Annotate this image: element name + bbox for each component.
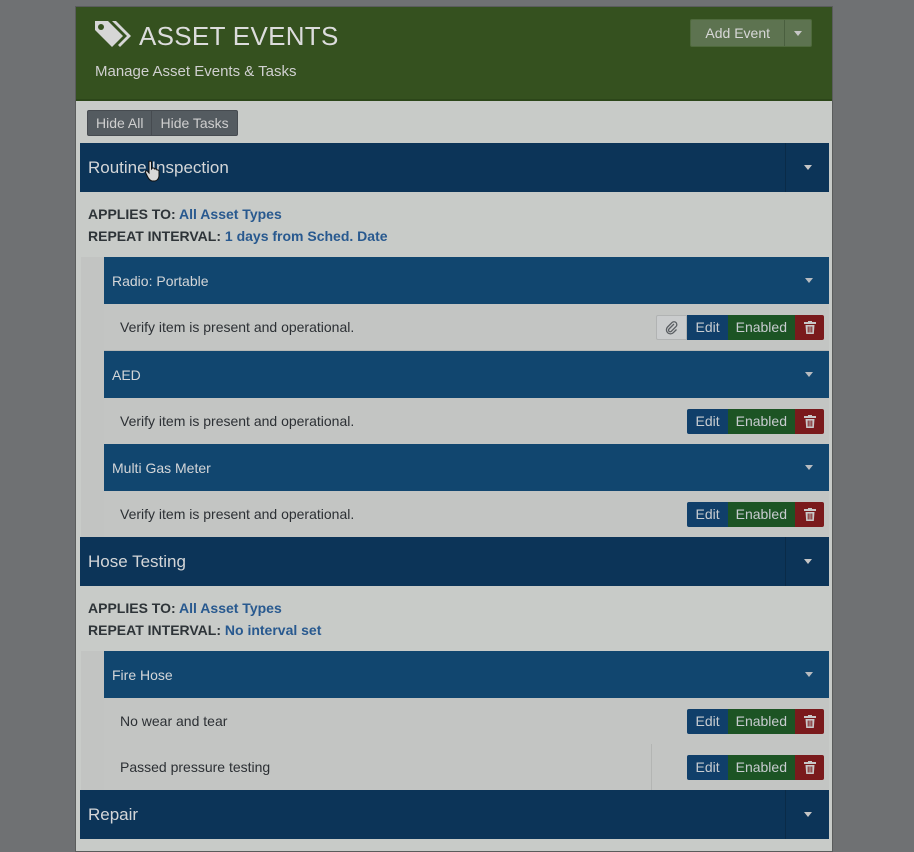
- event-collapse-toggle[interactable]: [785, 790, 829, 839]
- trash-icon: [803, 415, 816, 428]
- task-text: No wear and tear: [120, 713, 228, 729]
- attachment-button[interactable]: [656, 315, 688, 340]
- event-applies-to: APPLIES TO: All Asset Types: [88, 206, 282, 222]
- repeat-interval-value[interactable]: No interval set: [225, 622, 321, 638]
- paperclip-icon: [665, 320, 678, 335]
- enabled-toggle[interactable]: Enabled: [727, 315, 795, 340]
- trash-icon: [803, 715, 816, 728]
- event-header-routine-inspection[interactable]: Routine Inspection: [80, 143, 829, 192]
- edit-button[interactable]: Edit: [687, 502, 728, 527]
- add-event-dropdown-toggle[interactable]: [785, 20, 811, 46]
- task-row: Verify item is present and operational. …: [104, 398, 829, 445]
- repeat-interval-value[interactable]: 1 days from Sched. Date: [225, 228, 388, 244]
- tags-icon: [93, 17, 133, 56]
- caret-down-icon: [803, 165, 812, 170]
- event-applies-to: APPLIES TO: All Asset Types: [88, 600, 282, 616]
- group-header-aed[interactable]: AED: [104, 351, 829, 398]
- event-collapse-toggle[interactable]: [785, 537, 829, 586]
- delete-button[interactable]: [795, 315, 824, 340]
- task-actions: Edit Enabled: [687, 709, 824, 734]
- delete-button[interactable]: [795, 709, 824, 734]
- group-title: Fire Hose: [112, 667, 173, 683]
- applies-to-value[interactable]: All Asset Types: [179, 206, 282, 222]
- group-collapse-toggle[interactable]: [789, 257, 829, 304]
- add-event-split-button[interactable]: Add Event: [690, 19, 812, 47]
- delete-button[interactable]: [795, 755, 824, 780]
- event-repeat-interval: REPEAT INTERVAL: No interval set: [88, 622, 321, 638]
- group-collapse-toggle[interactable]: [789, 444, 829, 491]
- group-header-multi-gas-meter[interactable]: Multi Gas Meter: [104, 444, 829, 491]
- page-subtitle: Manage Asset Events & Tasks: [95, 63, 297, 80]
- page-header: ASSET EVENTS Manage Asset Events & Tasks…: [76, 7, 832, 101]
- group-header-radio-portable[interactable]: Radio: Portable: [104, 257, 829, 304]
- caret-down-icon: [803, 812, 812, 817]
- group-collapse-toggle[interactable]: [789, 651, 829, 698]
- group-collapse-toggle[interactable]: [789, 351, 829, 398]
- delete-button[interactable]: [795, 409, 824, 434]
- task-text: Verify item is present and operational.: [120, 413, 355, 429]
- task-actions: Edit Enabled: [656, 315, 824, 340]
- row-divider: [651, 744, 652, 790]
- task-actions: Edit Enabled: [687, 502, 824, 527]
- enabled-toggle[interactable]: Enabled: [727, 755, 795, 780]
- trash-icon: [803, 761, 816, 774]
- trash-icon: [803, 321, 816, 334]
- caret-down-icon: [805, 672, 813, 677]
- task-actions: Edit Enabled: [687, 409, 824, 434]
- applies-to-label: APPLIES TO:: [88, 600, 176, 616]
- asset-events-panel: ASSET EVENTS Manage Asset Events & Tasks…: [75, 6, 833, 852]
- group-title: AED: [112, 367, 141, 383]
- caret-down-icon: [803, 559, 812, 564]
- event-collapse-toggle[interactable]: [785, 143, 829, 192]
- view-toolbar: Hide All Hide Tasks: [87, 110, 238, 136]
- task-text: Verify item is present and operational.: [120, 506, 355, 522]
- repeat-interval-label: REPEAT INTERVAL:: [88, 622, 222, 638]
- group-title: Multi Gas Meter: [112, 460, 211, 476]
- event-title: Hose Testing: [88, 552, 186, 571]
- edit-button[interactable]: Edit: [687, 315, 728, 340]
- group-title: Radio: Portable: [112, 273, 209, 289]
- add-event-button[interactable]: Add Event: [691, 20, 785, 46]
- edit-button[interactable]: Edit: [687, 709, 728, 734]
- hide-all-button[interactable]: Hide All: [87, 110, 153, 136]
- edit-button[interactable]: Edit: [687, 755, 728, 780]
- event-header-hose-testing[interactable]: Hose Testing: [80, 537, 829, 586]
- enabled-toggle[interactable]: Enabled: [727, 409, 795, 434]
- event-repeat-interval: REPEAT INTERVAL: 1 days from Sched. Date: [88, 228, 388, 244]
- hide-tasks-button[interactable]: Hide Tasks: [152, 110, 238, 136]
- task-row: No wear and tear Edit Enabled: [104, 698, 829, 745]
- caret-down-icon: [805, 372, 813, 377]
- enabled-toggle[interactable]: Enabled: [727, 709, 795, 734]
- task-group-rail: [81, 651, 104, 791]
- task-text: Passed pressure testing: [120, 759, 271, 775]
- task-row: Passed pressure testing Edit Enabled: [104, 744, 829, 791]
- trash-icon: [803, 508, 816, 521]
- event-header-repair[interactable]: Repair: [80, 790, 829, 839]
- task-text: Verify item is present and operational.: [120, 319, 355, 335]
- applies-to-label: APPLIES TO:: [88, 206, 176, 222]
- caret-down-icon: [805, 465, 813, 470]
- group-header-fire-hose[interactable]: Fire Hose: [104, 651, 829, 698]
- task-group-rail: [81, 257, 104, 537]
- page-title: ASSET EVENTS: [139, 21, 339, 51]
- delete-button[interactable]: [795, 502, 824, 527]
- event-title: Repair: [88, 805, 139, 824]
- caret-down-icon: [805, 278, 813, 283]
- hand-cursor-icon: [144, 160, 162, 187]
- caret-down-icon: [794, 30, 802, 36]
- applies-to-value[interactable]: All Asset Types: [179, 600, 282, 616]
- task-row: Verify item is present and operational. …: [104, 491, 829, 538]
- task-actions: Edit Enabled: [687, 755, 824, 780]
- edit-button[interactable]: Edit: [687, 409, 728, 434]
- enabled-toggle[interactable]: Enabled: [727, 502, 795, 527]
- task-row: Verify item is present and operational. …: [104, 304, 829, 351]
- repeat-interval-label: REPEAT INTERVAL:: [88, 228, 222, 244]
